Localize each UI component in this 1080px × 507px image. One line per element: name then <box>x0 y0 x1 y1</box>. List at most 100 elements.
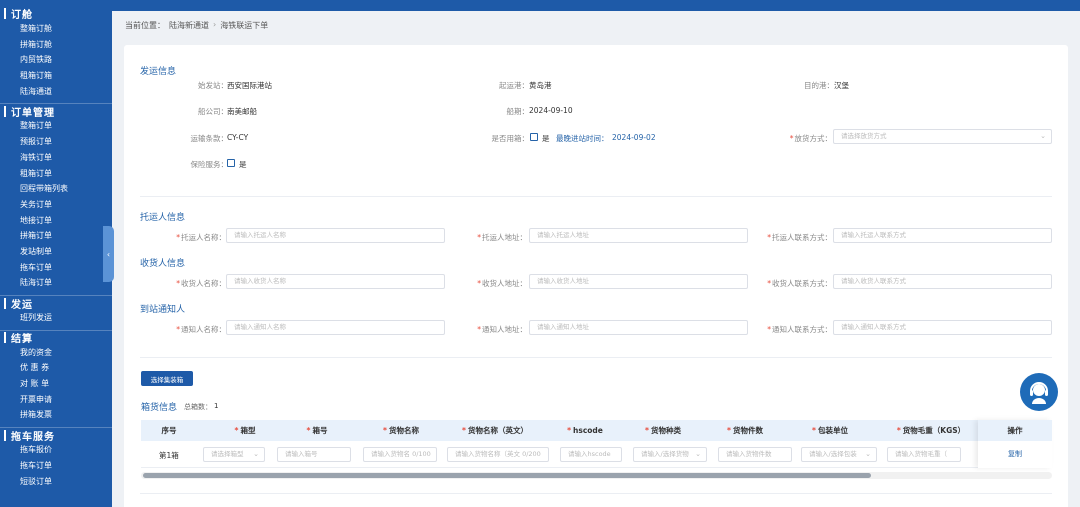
hscode-input[interactable]: 请输入hscode <box>560 447 622 462</box>
sidebar-section-header[interactable]: 订舱 <box>0 6 112 21</box>
dest-label: 目的港： <box>804 81 834 90</box>
sidebar-section-title: 拖车服务 <box>11 431 55 443</box>
chevron-down-icon: ⌄ <box>1040 132 1046 140</box>
notify-name-input[interactable]: 请输入通知人名称 <box>226 320 445 335</box>
sidebar-item[interactable]: 整箱订单 <box>0 118 112 134</box>
sidebar: 订舱 整箱订舱 拼箱订舱 内贸铁路 租箱订箱 陆海通道订单管理 整箱订单 预报订单 海铁订单 租箱… <box>0 0 112 507</box>
sidebar-item[interactable]: 回程带箱列表 <box>0 181 112 197</box>
gross-weight-input[interactable]: 请输入货物毛重（ <box>887 447 961 462</box>
sidebar-item[interactable]: 发站制单 <box>0 244 112 260</box>
shipper-address-input[interactable]: 请输入托运人地址 <box>529 228 748 243</box>
goods-category-select[interactable]: 请输入/选择货物 ⌄ <box>633 447 707 462</box>
sidebar-item[interactable]: 拼箱发票 <box>0 407 112 423</box>
rent-checkbox[interactable] <box>530 133 538 141</box>
last-in-label: 最晚进站时间： <box>556 134 609 143</box>
section-marker <box>4 8 6 19</box>
table-scrollbar[interactable] <box>141 472 1052 479</box>
goods-pieces-input[interactable]: 请输入货物件数 <box>718 447 792 462</box>
col-category: * 货物种类 <box>645 426 681 435</box>
insurance-label: 保险服务： <box>190 160 229 169</box>
sidebar-item[interactable]: 开票申请 <box>0 392 112 408</box>
sidebar-item[interactable]: 短驳订单 <box>0 474 112 490</box>
notify-address-input[interactable]: 请输入通知人地址 <box>529 320 748 335</box>
section-title-shipper: 托运人信息 <box>140 213 186 223</box>
sidebar-item[interactable]: 拖车订单 <box>0 458 112 474</box>
insurance-checkbox[interactable] <box>227 159 235 167</box>
sidebar-item[interactable]: 租箱订单 <box>0 166 112 182</box>
section-marker <box>4 105 6 117</box>
consignee-address-input[interactable]: 请输入收货人地址 <box>529 274 748 289</box>
order-form-card: 发运信息 始发站： 西安国际港站 起运港： 黄岛港 目的港： 汉堡 船公司： 南… <box>124 45 1068 507</box>
chevron-down-icon: ⌄ <box>695 450 701 458</box>
terms-label: 运输条款： <box>190 134 229 143</box>
consignee-address-label: *收货人地址： <box>477 279 527 288</box>
sidebar-section-header[interactable]: 拖车服务 <box>0 427 112 443</box>
origin-value: 西安国际港站 <box>227 81 272 90</box>
customer-service-icon[interactable] <box>1020 373 1058 411</box>
col-goods-name-en: * 货物名称（英文） <box>462 426 528 435</box>
rent-label: 是否用箱： <box>491 134 530 143</box>
sidebar-item[interactable]: 陆海订单 <box>0 275 112 291</box>
terms-value: CY-CY <box>227 133 249 142</box>
consignee-contact-input[interactable]: 请输入收货人联系方式 <box>833 274 1052 289</box>
sidebar-item[interactable]: 对 账 单 <box>0 376 112 392</box>
sidebar-section-header[interactable]: 订单管理 <box>0 103 112 119</box>
port-value: 黄岛港 <box>529 81 552 90</box>
port-label: 起运港： <box>499 81 529 90</box>
chevron-left-icon[interactable]: ‹ <box>103 226 114 282</box>
sidebar-item[interactable]: 拼箱订舱 <box>0 37 112 53</box>
notify-contact-input[interactable]: 请输入通知人联系方式 <box>833 320 1052 335</box>
sidebar-item[interactable]: 预报订单 <box>0 134 112 150</box>
container-count: 1 <box>214 402 219 410</box>
consignee-name-label: *收货人名称： <box>176 279 226 288</box>
breadcrumb-item[interactable]: 陆海新通道 <box>169 20 209 31</box>
chevron-right-icon: › <box>213 20 217 29</box>
release-select[interactable]: 请选择放货方式 ⌄ <box>833 129 1052 144</box>
headset-icon <box>1030 382 1048 404</box>
sidebar-item[interactable]: 地接订单 <box>0 213 112 229</box>
col-unit: * 包装单位 <box>812 426 848 435</box>
top-bar <box>112 0 1080 11</box>
package-unit-select[interactable]: 请输入/选择包装 ⌄ <box>801 447 877 462</box>
sidebar-section-header[interactable]: 发运 <box>0 295 112 311</box>
copy-row-link[interactable]: 复制 <box>978 441 1052 468</box>
sidebar-item[interactable]: 我的资金 <box>0 345 112 361</box>
sidebar-section-title: 发运 <box>11 299 33 311</box>
sidebar-item[interactable]: 内贸铁路 <box>0 52 112 68</box>
scrollbar-thumb[interactable] <box>143 473 871 478</box>
breadcrumb: 当前位置： 陆海新通道 › 海铁联运下单 <box>125 20 268 31</box>
sidebar-section-header[interactable]: 结算 <box>0 329 112 345</box>
sidebar-item[interactable]: 整箱订舱 <box>0 21 112 37</box>
shipper-contact-input[interactable]: 请输入托运人联系方式 <box>833 228 1052 243</box>
sidebar-item[interactable]: 租箱订箱 <box>0 68 112 84</box>
col-operation: 操作 <box>978 420 1052 441</box>
sidebar-item[interactable]: 拼箱订单 <box>0 228 112 244</box>
table-header: 序号 * 箱型 * 箱号 * 货物名称 * 货物名称（英文） * hscode * 货物种类… <box>141 420 1052 441</box>
sidebar-item[interactable]: 关务订单 <box>0 197 112 213</box>
carrier-value: 南美邮船 <box>227 107 257 116</box>
container-count-label: 总箱数： <box>184 403 212 411</box>
rent-yes-label: 是 <box>542 134 550 143</box>
section-marker <box>4 297 6 309</box>
section-title-shipping: 发运信息 <box>140 67 177 77</box>
section-title-consignee: 收货人信息 <box>140 259 186 269</box>
container-number-input[interactable]: 请输入箱号 <box>277 447 351 462</box>
section-marker <box>4 332 6 344</box>
section-marker <box>4 429 6 441</box>
select-container-button[interactable]: 选择集装箱 <box>141 371 193 386</box>
sidebar-item[interactable]: 拖车订单 <box>0 260 112 276</box>
shipper-name-input[interactable]: 请输入托运人名称 <box>226 228 445 243</box>
sidebar-item[interactable]: 拖车报价 <box>0 442 112 458</box>
container-type-select[interactable]: 请选择箱型 ⌄ <box>203 447 265 462</box>
section-title-notify: 到站通知人 <box>140 305 186 315</box>
consignee-contact-label: *收货人联系方式： <box>767 279 832 288</box>
sidebar-item[interactable]: 海铁订单 <box>0 150 112 166</box>
consignee-name-input[interactable]: 请输入收货人名称 <box>226 274 445 289</box>
dest-value: 汉堡 <box>834 81 849 90</box>
sidebar-item[interactable]: 优 惠 券 <box>0 360 112 376</box>
sidebar-item[interactable]: 班列发运 <box>0 310 112 326</box>
last-in-value: 2024-09-02 <box>612 133 656 142</box>
sidebar-item[interactable]: 陆海通道 <box>0 84 112 100</box>
goods-name-en-input[interactable]: 请输入货物名称（英文 0/200 <box>447 447 549 462</box>
goods-name-input[interactable]: 请输入货物名 0/100 <box>363 447 437 462</box>
